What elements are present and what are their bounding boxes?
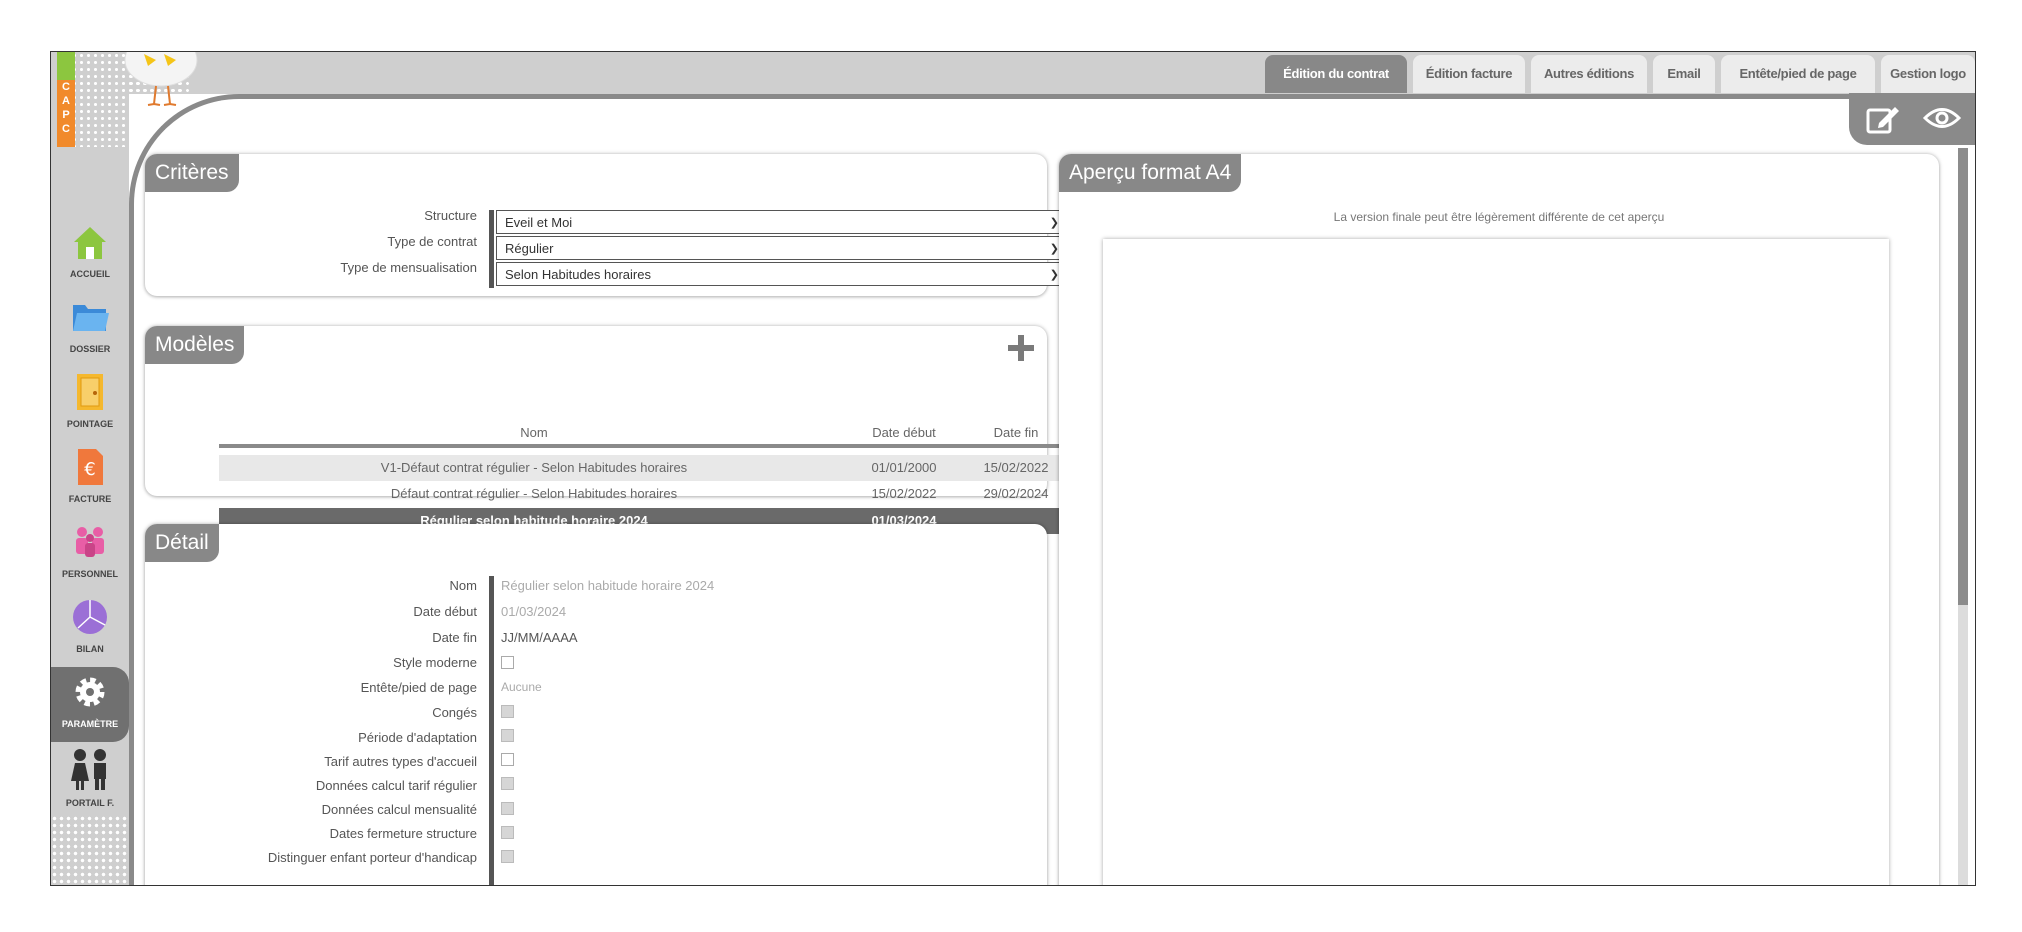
logo-letter: P — [62, 109, 70, 121]
nom-label: Nom — [449, 578, 477, 593]
svg-text:€: € — [84, 459, 95, 480]
col-header-nom: Nom — [520, 425, 548, 440]
apercu-title: Aperçu format A4 — [1059, 154, 1242, 192]
tab-edition-contrat[interactable]: Édition du contrat — [1265, 55, 1407, 93]
structure-value: Eveil et Moi — [505, 215, 573, 230]
sidebar-item-pointage[interactable]: POINTAGE — [51, 372, 129, 429]
cell-nom: Défaut contrat régulier - Selon Habitude… — [390, 486, 678, 501]
dates-fermeture-checkbox[interactable] — [501, 826, 514, 839]
people-icon — [76, 527, 104, 557]
conges-checkbox[interactable] — [501, 705, 514, 718]
sidebar-label: DOSSIER — [69, 344, 111, 354]
app-window: C A P C Édition du contrat Édition factu… — [50, 51, 1976, 886]
logo-letter: A — [62, 95, 70, 107]
date-fin-label: Date fin — [432, 630, 477, 645]
cell-nom: V1-Défaut contrat régulier - Selon Habit… — [380, 460, 688, 475]
sidebar-label: POINTAGE — [66, 419, 114, 429]
table-header: Nom Date début Date fin — [219, 420, 1073, 448]
chevron-down-icon: ❯ — [1049, 269, 1059, 281]
col-header-debut: Date début — [872, 425, 936, 440]
sidebar-item-facture[interactable]: € FACTURE — [51, 447, 129, 504]
structure-select[interactable]: Eveil et Moi ❯ — [496, 210, 1066, 234]
children-icon — [71, 749, 106, 790]
sidebar-label: PARAMÈTRE — [61, 719, 119, 729]
date-debut-value[interactable]: 01/03/2024 — [501, 604, 566, 619]
type-mensualisation-label: Type de mensualisation — [340, 260, 477, 275]
sidebar-label: BILAN — [76, 644, 104, 654]
tab-edition-facture[interactable]: Édition facture — [1413, 55, 1525, 93]
date-debut-label: Date début — [413, 604, 477, 619]
euro-document-icon: € — [78, 449, 103, 485]
sidebar-item-accueil[interactable]: ACCUEIL — [51, 222, 129, 279]
view-toolbar — [1849, 93, 1975, 145]
type-mensualisation-value: Selon Habitudes horaires — [505, 267, 651, 282]
a4-preview-page — [1103, 239, 1889, 885]
handicap-label: Distinguer enfant porteur d'handicap — [267, 850, 477, 865]
chevron-down-icon: ❯ — [1049, 243, 1059, 255]
folder-icon — [73, 305, 109, 331]
sidebar-item-personnel[interactable]: PERSONNEL — [51, 522, 129, 579]
add-icon[interactable] — [1007, 334, 1035, 362]
style-moderne-label: Style moderne — [393, 655, 477, 670]
modeles-title: Modèles — [145, 326, 245, 364]
donnees-tarif-label: Données calcul tarif régulier — [315, 778, 477, 793]
sidebar-item-portail[interactable]: PORTAIL F. — [51, 747, 129, 808]
house-icon — [74, 227, 106, 259]
handicap-checkbox[interactable] — [501, 850, 514, 863]
donnees-tarif-checkbox[interactable] — [501, 777, 514, 790]
edit-icon[interactable] — [1865, 103, 1901, 135]
tab-gestion-logo[interactable]: Gestion logo — [1881, 55, 1975, 93]
sidebar-label: ACCUEIL — [70, 269, 110, 279]
apercu-notice: La version finale peut être légèrement d… — [1333, 210, 1665, 224]
entete-label: Entête/pied de page — [360, 680, 477, 695]
type-contrat-value: Régulier — [505, 241, 554, 256]
sidebar-label: FACTURE — [68, 494, 112, 504]
tarif-autres-checkbox[interactable] — [501, 753, 514, 766]
table-row[interactable]: V1-Défaut contrat régulier - Selon Habit… — [219, 455, 1073, 481]
sidebar-item-parametre[interactable]: PARAMÈTRE — [51, 667, 129, 742]
chevron-down-icon: ❯ — [1049, 217, 1059, 229]
donnees-mensualite-checkbox[interactable] — [501, 802, 514, 815]
cell-fin: 29/02/2024 — [983, 486, 1049, 501]
sidebar-label: PERSONNEL — [61, 569, 118, 579]
criteres-title: Critères — [145, 154, 239, 192]
type-contrat-select[interactable]: Régulier ❯ — [496, 236, 1066, 260]
donnees-mensualite-label: Données calcul mensualité — [321, 802, 477, 817]
col-header-fin: Date fin — [993, 425, 1039, 440]
tarif-autres-label: Tarif autres types d'accueil — [324, 754, 477, 769]
table-row[interactable]: Défaut contrat régulier - Selon Habitude… — [219, 481, 1073, 507]
sidebar-item-dossier[interactable]: DOSSIER — [51, 297, 129, 354]
adaptation-label: Période d'adaptation — [358, 730, 477, 745]
criteres-card: Critères Structure Type de contrat Type … — [145, 154, 1066, 296]
type-contrat-label: Type de contrat — [387, 234, 477, 249]
adaptation-checkbox[interactable] — [501, 729, 514, 742]
dates-fermeture-label: Dates fermeture structure — [329, 826, 477, 841]
structure-label: Structure — [424, 208, 477, 223]
tab-email[interactable]: Email — [1653, 55, 1715, 93]
detail-title: Détail — [145, 524, 219, 562]
sidebar-label: PORTAIL F. — [65, 798, 115, 808]
cell-fin: 15/02/2022 — [983, 460, 1049, 475]
gear-icon — [75, 677, 105, 707]
style-moderne-checkbox[interactable] — [501, 656, 514, 669]
type-mensualisation-select[interactable]: Selon Habitudes horaires ❯ — [496, 262, 1066, 286]
pie-chart-icon — [73, 600, 107, 634]
scrollbar-thumb[interactable] — [1958, 148, 1968, 605]
nom-value[interactable]: Régulier selon habitude horaire 2024 — [501, 578, 714, 593]
door-icon — [77, 374, 103, 410]
cell-debut: 01/01/2000 — [871, 460, 937, 475]
cell-debut: 15/02/2022 — [871, 486, 937, 501]
apercu-card: Aperçu format A4 La version finale peut … — [1059, 154, 1939, 885]
tab-autres-editions[interactable]: Autres éditions — [1531, 55, 1647, 93]
sidebar-item-bilan[interactable]: BILAN — [51, 597, 129, 654]
detail-card: Détail Nom Régulier selon habitude horai… — [145, 524, 1047, 885]
eye-icon[interactable] — [1923, 105, 1961, 131]
tab-entete-pied[interactable]: Entête/pied de page — [1721, 55, 1875, 93]
entete-value[interactable]: Aucune — [501, 680, 542, 694]
conges-label: Congés — [432, 705, 477, 720]
logo-letter: C — [62, 123, 70, 135]
date-fin-input[interactable]: JJ/MM/AAAA — [501, 630, 578, 645]
capc-logo: C A P C — [57, 52, 75, 147]
logo-letter: C — [62, 81, 70, 93]
